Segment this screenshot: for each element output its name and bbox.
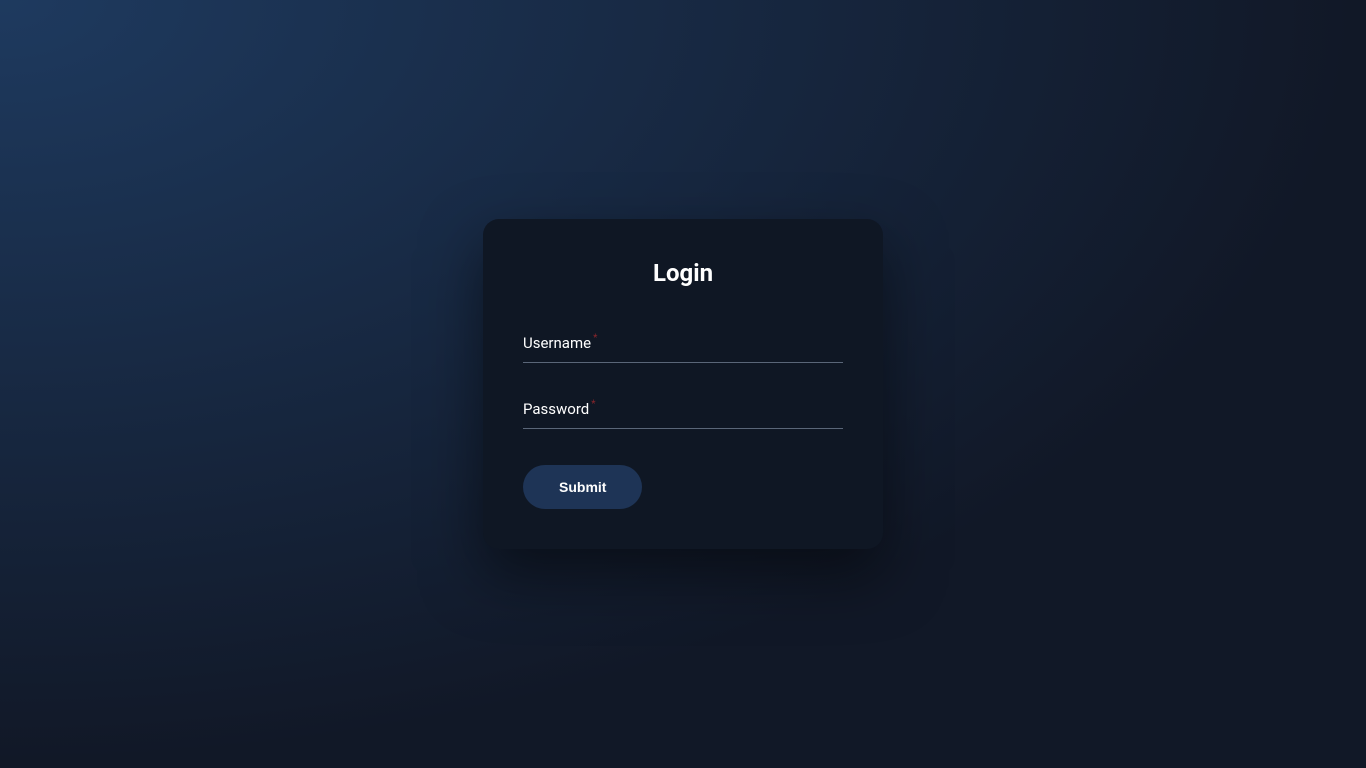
login-title: Login — [523, 259, 843, 287]
username-group: Username* — [523, 327, 843, 363]
password-group: Password* — [523, 393, 843, 429]
required-mark-icon: * — [591, 399, 595, 410]
password-label-row: Password* — [523, 399, 596, 418]
submit-button[interactable]: Submit — [523, 465, 642, 509]
required-mark-icon: * — [593, 333, 597, 344]
password-label: Password — [523, 400, 589, 418]
username-label-row: Username* — [523, 333, 597, 352]
username-label: Username — [523, 334, 591, 352]
login-card: Login Username* Password* Submit — [483, 219, 883, 549]
